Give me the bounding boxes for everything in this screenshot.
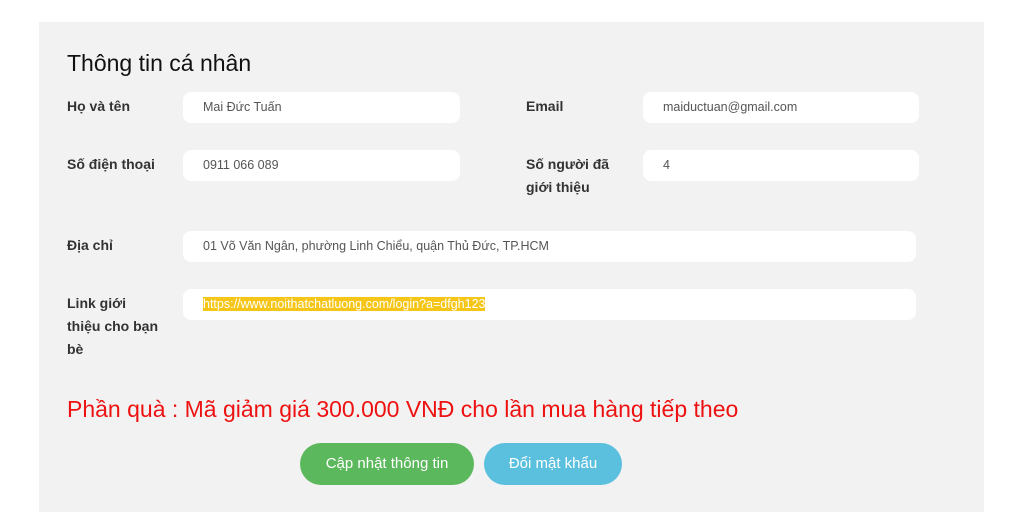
email-field[interactable]: maiductuan@gmail.com bbox=[643, 92, 919, 123]
referral-count-label: Số người đã giới thiệu bbox=[526, 153, 609, 199]
referral-count-label-line1: Số người đã bbox=[526, 156, 610, 172]
address-label: Địa chỉ bbox=[67, 237, 113, 253]
email-label: Email bbox=[526, 98, 564, 114]
referral-link-label: Link giới thiệu cho bạn bè bbox=[67, 292, 158, 361]
referral-link-label-line1: Link giới bbox=[67, 295, 126, 311]
phone-label: Số điện thoại bbox=[67, 156, 155, 172]
referral-link-label-line3: bè bbox=[67, 341, 84, 357]
referral-count-field[interactable]: 4 bbox=[643, 150, 919, 181]
referral-link-text[interactable]: https://www.noithatchatluong.com/login?a… bbox=[203, 297, 486, 311]
gift-text: Phần quà : Mã giảm giá 300.000 VNĐ cho l… bbox=[67, 396, 739, 422]
change-password-button[interactable]: Đổi mật khẩu bbox=[484, 443, 622, 485]
referral-link-field[interactable]: https://www.noithatchatluong.com/login?a… bbox=[183, 289, 916, 320]
referral-count-label-line2: giới thiệu bbox=[526, 179, 590, 195]
page-title: Thông tin cá nhân bbox=[67, 50, 252, 76]
update-info-button[interactable]: Cập nhật thông tin bbox=[300, 443, 474, 485]
name-field[interactable]: Mai Đức Tuấn bbox=[183, 92, 460, 123]
name-label: Họ và tên bbox=[67, 98, 131, 114]
phone-field[interactable]: 0911 066 089 bbox=[183, 150, 460, 181]
profile-panel: Thông tin cá nhân Họ và tên Mai Đức Tuấn… bbox=[39, 22, 984, 512]
referral-link-label-line2: thiệu cho bạn bbox=[67, 318, 158, 334]
address-field[interactable]: 01 Võ Văn Ngân, phường Linh Chiểu, quận … bbox=[183, 231, 916, 262]
